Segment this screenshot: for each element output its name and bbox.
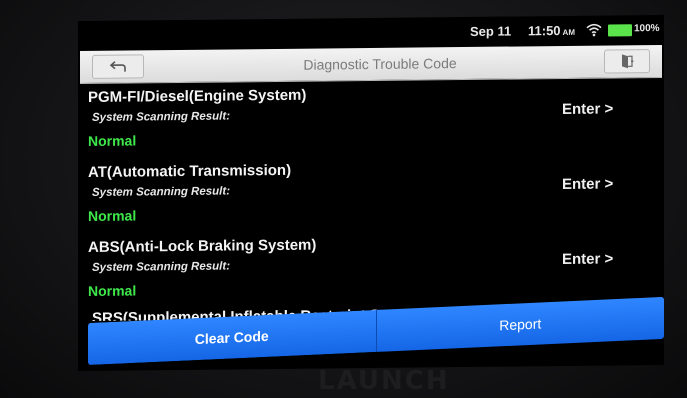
back-arrow-icon — [109, 61, 126, 72]
wifi-icon — [586, 23, 602, 37]
enter-button-transmission[interactable]: Enter > — [562, 175, 613, 193]
device-screen: Sep 11 11:50 AM 100% Diagnostic Trouble C… — [78, 14, 664, 372]
enter-button-engine[interactable]: Enter > — [562, 100, 613, 118]
system-list: PGM-FI/Diesel(Engine System) System Scan… — [78, 79, 664, 321]
brand-logo: LAUNCH — [318, 366, 450, 396]
scan-label: System Scanning Result: — [92, 185, 231, 199]
exit-door-icon — [622, 54, 634, 69]
scan-label: System Scanning Result: — [92, 260, 231, 274]
status-time-value: 11:50 — [528, 23, 561, 39]
scan-label: System Scanning Result: — [92, 110, 231, 124]
enter-button-abs[interactable]: Enter > — [562, 250, 613, 268]
status-ampm: AM — [562, 27, 575, 37]
system-item-abs: ABS(Anti-Lock Braking System) System Sca… — [88, 229, 648, 307]
exit-button[interactable] — [604, 49, 650, 74]
system-item-engine: PGM-FI/Diesel(Engine System) System Scan… — [88, 79, 648, 157]
status-time: 11:50 AM — [528, 23, 575, 38]
status-date: Sep 11 — [470, 23, 512, 39]
scan-result: Normal — [88, 282, 137, 299]
status-bar: Sep 11 11:50 AM 100% — [78, 15, 664, 49]
system-name: PGM-FI/Diesel(Engine System) — [88, 86, 307, 106]
battery-percent: 100% — [634, 22, 660, 35]
title-bar: Diagnostic Trouble Code — [80, 44, 662, 85]
page-title: Diagnostic Trouble Code — [303, 55, 457, 73]
back-button[interactable] — [92, 54, 144, 79]
system-item-transmission: AT(Automatic Transmission) System Scanni… — [88, 154, 648, 232]
scan-result: Normal — [88, 132, 137, 149]
battery-icon — [608, 24, 632, 37]
scan-result: Normal — [88, 207, 137, 224]
system-name: ABS(Anti-Lock Braking System) — [88, 236, 317, 256]
system-name: AT(Automatic Transmission) — [88, 161, 292, 181]
